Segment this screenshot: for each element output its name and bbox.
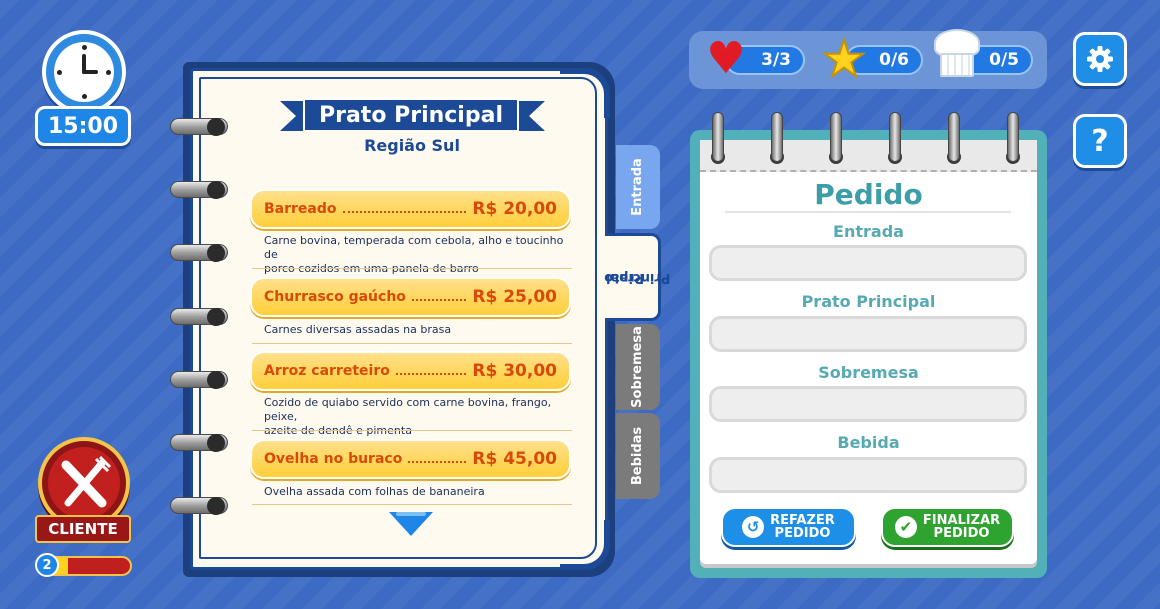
- dish-separator: [252, 504, 572, 505]
- order-slot-prato[interactable]: [709, 316, 1027, 352]
- settings-button[interactable]: [1073, 32, 1127, 86]
- star-icon: ★: [821, 30, 868, 88]
- tab-entrada[interactable]: Entrada: [616, 145, 660, 229]
- client-label: CLIENTE: [35, 515, 131, 543]
- down-arrow-highlight: [396, 512, 426, 516]
- order-slot-bebida[interactable]: [709, 457, 1027, 493]
- dish-description-line: Cozido de quiabo servido com carne bovin…: [264, 396, 552, 423]
- dish-name: Ovelha no buraco: [264, 451, 403, 467]
- dish-description-line: Carne bovina, temperada com cebola, alho…: [264, 234, 564, 261]
- dish-price: R$ 30,00: [472, 361, 557, 381]
- spiral-ring: [948, 112, 960, 162]
- order-label-sobremesa: Sobremesa: [818, 363, 919, 382]
- dish-leader-dots: [395, 373, 467, 375]
- tab-label-line: Principal: [606, 270, 671, 285]
- dish-description-line: porco cozidos em uma panela de barro: [264, 262, 479, 275]
- spiral-ring: [712, 112, 724, 162]
- menu-title: Prato Principal: [303, 98, 519, 132]
- tab-label: Prato Principal: [605, 245, 671, 309]
- question-icon: ?: [1091, 123, 1109, 159]
- spiral-ring: [1007, 112, 1019, 162]
- dish-description-line: azeite de dendê e pimenta: [264, 424, 412, 437]
- binder-hole: [207, 118, 225, 136]
- dish-description: Carne bovina, temperada com cebola, alho…: [264, 234, 564, 276]
- order-label-bebida: Bebida: [837, 433, 900, 452]
- redo-order-label-line: PEDIDO: [774, 526, 831, 541]
- dish-name: Barreado: [264, 201, 337, 217]
- dish-description-line: Ovelha assada com folhas de bananeira: [264, 485, 485, 498]
- dish-description-line: Carnes diversas assadas na brasa: [264, 323, 452, 336]
- dish-name: Churrasco gaúcho: [264, 289, 406, 305]
- timer-display: 15:00: [35, 106, 131, 146]
- order-title: Pedido: [814, 178, 923, 211]
- dish-leader-dots: [342, 211, 467, 213]
- order-pad-header: [700, 140, 1037, 172]
- binder-hole: [207, 497, 225, 515]
- redo-order-label: REFAZER PEDIDO: [770, 514, 835, 540]
- dish-description: Cozido de quiabo servido com carne bovin…: [264, 396, 564, 438]
- check-icon: ✔: [894, 516, 917, 538]
- tab-label: Entrada: [630, 158, 645, 216]
- dish-price: R$ 20,00: [472, 199, 557, 219]
- dish-item-churrasco[interactable]: Churrasco gaúcho R$ 25,00: [250, 277, 571, 317]
- tab-prato-principal[interactable]: Prato Principal: [605, 233, 671, 321]
- tab-sobremesa[interactable]: Sobremesa: [616, 324, 660, 410]
- finish-order-label-line: PEDIDO: [933, 526, 990, 541]
- help-button[interactable]: ?: [1073, 114, 1127, 168]
- binder-hole: [207, 181, 225, 199]
- redo-order-button[interactable]: ↺ REFAZER PEDIDO: [721, 507, 856, 547]
- dish-separator: [252, 268, 572, 269]
- binder-hole: [207, 244, 225, 262]
- tab-label: Bebidas: [630, 426, 645, 486]
- dish-item-arroz[interactable]: Arroz carreteiro R$ 30,00: [250, 351, 571, 391]
- finish-order-button[interactable]: ✔ FINALIZAR PEDIDO: [881, 507, 1014, 547]
- fork-knife-icon: [61, 455, 112, 508]
- dish-separator: [252, 430, 572, 431]
- order-slot-sobremesa[interactable]: [709, 386, 1027, 422]
- spiral-ring: [889, 112, 901, 162]
- dish-description: Ovelha assada com folhas de bananeira: [264, 485, 564, 499]
- dish-price: R$ 45,00: [472, 449, 557, 469]
- binder-hole: [207, 308, 225, 326]
- gear-icon: [1087, 46, 1113, 72]
- spiral-ring: [771, 112, 783, 162]
- dish-price: R$ 25,00: [472, 287, 557, 307]
- binder-hole: [207, 371, 225, 389]
- tab-label: Sobremesa: [630, 326, 646, 408]
- dish-leader-dots: [408, 461, 467, 463]
- dish-name: Arroz carreteiro: [264, 363, 390, 379]
- page-corner-top: [560, 68, 610, 118]
- order-slot-entrada[interactable]: [709, 245, 1027, 281]
- client-level-badge: 2: [35, 553, 59, 577]
- tab-bebidas[interactable]: Bebidas: [616, 413, 660, 499]
- heart-icon: ♥: [706, 33, 746, 84]
- finish-order-label: FINALIZAR PEDIDO: [923, 514, 1000, 540]
- menu-region: Região Sul: [364, 136, 460, 155]
- order-title-rule: [725, 211, 1011, 213]
- clock-icon: [42, 30, 126, 114]
- chef-hat-icon: [934, 29, 980, 77]
- dish-leader-dots: [411, 299, 467, 301]
- dish-item-ovelha[interactable]: Ovelha no buraco R$ 45,00: [250, 439, 571, 479]
- order-label-entrada: Entrada: [833, 222, 904, 241]
- dish-separator: [252, 343, 572, 344]
- binder-hole: [207, 434, 225, 452]
- dish-item-barreado[interactable]: Barreado R$ 20,00: [250, 189, 571, 229]
- dish-description: Carnes diversas assadas na brasa: [264, 323, 564, 337]
- order-label-prato: Prato Principal: [801, 292, 936, 311]
- spiral-ring: [830, 112, 842, 162]
- refresh-icon: ↺: [742, 516, 765, 538]
